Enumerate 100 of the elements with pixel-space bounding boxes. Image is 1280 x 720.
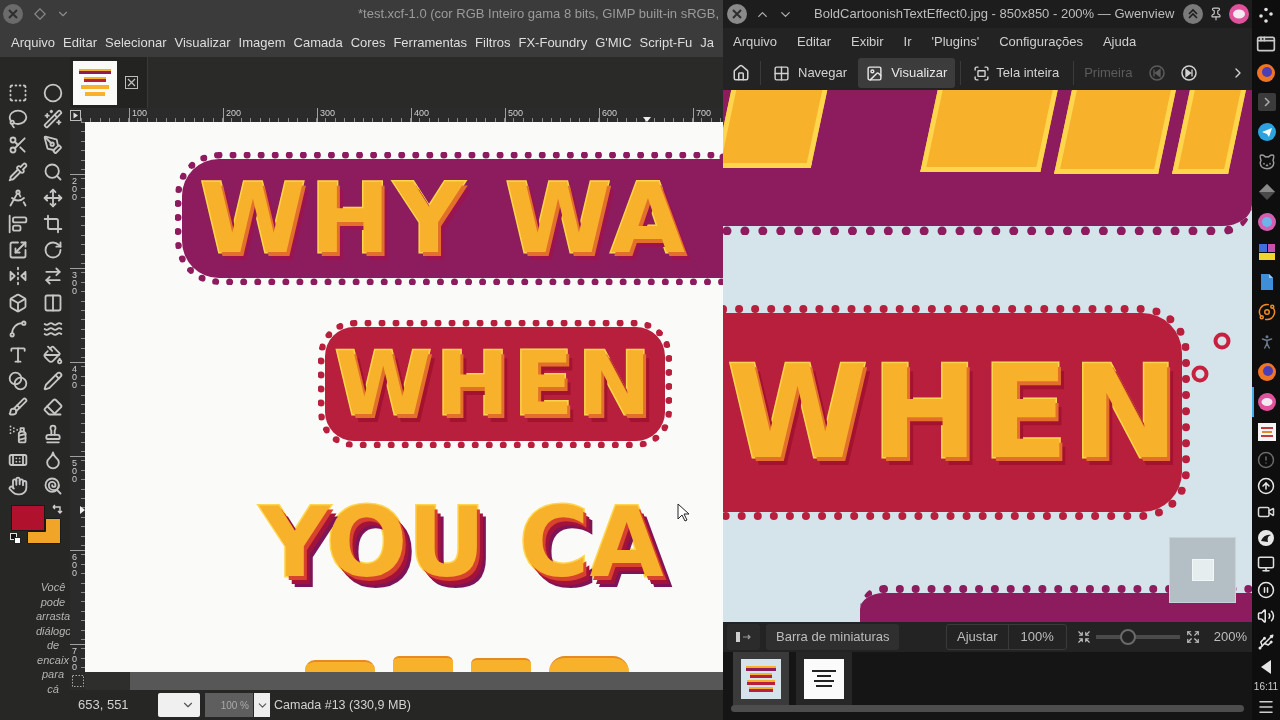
swap-arrows-icon[interactable] bbox=[51, 504, 63, 516]
menu-triangle-icon[interactable] bbox=[70, 109, 81, 121]
picture-icon bbox=[866, 64, 884, 82]
menu-item[interactable]: Configurações bbox=[999, 32, 1083, 52]
menu-item[interactable]: Editar bbox=[797, 32, 832, 52]
ruler-label: 300 bbox=[320, 108, 337, 118]
menu-item[interactable]: Ir bbox=[903, 32, 912, 52]
ruler-label: 300 bbox=[72, 271, 77, 295]
scrollbar[interactable] bbox=[731, 705, 1244, 712]
scissors-icon[interactable] bbox=[7, 135, 28, 156]
overlapping-circles-icon[interactable] bbox=[7, 371, 28, 392]
ruler-label: 700 bbox=[696, 108, 713, 118]
next-icon[interactable] bbox=[1180, 65, 1197, 81]
paint-bucket-icon[interactable] bbox=[42, 344, 63, 365]
disc-icon[interactable] bbox=[1229, 4, 1249, 24]
slider-thumb[interactable] bbox=[1119, 629, 1136, 645]
background-color-swatch[interactable] bbox=[27, 518, 61, 544]
zoom-dropdown-button[interactable] bbox=[254, 693, 270, 717]
scaling-icon[interactable] bbox=[7, 240, 28, 261]
triangle-left-icon[interactable] bbox=[1261, 660, 1271, 674]
menu-item[interactable]: 'Plugins' bbox=[931, 32, 980, 52]
dashed-rectangle-icon[interactable] bbox=[7, 83, 28, 104]
menu-item[interactable]: FX-Foundry bbox=[518, 32, 588, 53]
fullscreen-button[interactable]: Tela inteira bbox=[965, 58, 1068, 88]
menu-item[interactable]: Selecionar bbox=[105, 32, 167, 53]
split-panel-icon[interactable] bbox=[42, 292, 63, 313]
magnifier-icon[interactable] bbox=[42, 161, 63, 182]
hand-icon[interactable] bbox=[7, 475, 28, 496]
menu-item[interactable]: Exibir bbox=[851, 32, 884, 52]
menu-item[interactable]: Camada bbox=[293, 32, 343, 53]
menu-item[interactable]: G'MIC bbox=[595, 32, 632, 53]
pause-icon[interactable] bbox=[1257, 581, 1275, 599]
stamp-icon[interactable] bbox=[42, 423, 63, 444]
shrink-icon[interactable] bbox=[1076, 630, 1091, 644]
rotate-arrow-icon[interactable] bbox=[42, 240, 63, 261]
ruler-label: 600 bbox=[72, 553, 77, 577]
menu-item[interactable]: Editar bbox=[63, 32, 98, 53]
usb-icon[interactable] bbox=[1257, 633, 1275, 651]
menu-item[interactable]: Ja bbox=[700, 32, 715, 53]
menu-item[interactable]: Imagem bbox=[238, 32, 286, 53]
default-colors-icon[interactable] bbox=[10, 533, 21, 544]
pen-nib-icon[interactable] bbox=[42, 135, 63, 156]
close-icon[interactable] bbox=[3, 4, 23, 24]
menu-item[interactable]: Filtros bbox=[475, 32, 511, 53]
monitor-icon[interactable] bbox=[1257, 555, 1275, 573]
ellipse-icon[interactable] bbox=[42, 83, 63, 104]
pencil-icon[interactable] bbox=[42, 371, 63, 392]
close-icon[interactable] bbox=[727, 4, 747, 24]
emblem-icon[interactable] bbox=[1257, 529, 1275, 547]
menu-item[interactable]: Ferramentas bbox=[393, 32, 468, 53]
grid-icon bbox=[773, 64, 790, 82]
align-bars-icon[interactable] bbox=[7, 214, 28, 235]
alert-icon[interactable] bbox=[1257, 451, 1275, 469]
upload-icon[interactable] bbox=[1257, 477, 1275, 495]
cube-icon[interactable] bbox=[7, 292, 28, 313]
menu-item[interactable]: Cores bbox=[350, 32, 386, 53]
home-icon[interactable] bbox=[732, 64, 750, 82]
thumbnail-frame[interactable] bbox=[796, 652, 852, 705]
clock[interactable]: 16:11 bbox=[1253, 679, 1279, 695]
actual-size-button[interactable]: 100% bbox=[1008, 625, 1066, 649]
image-tab[interactable] bbox=[70, 57, 148, 108]
image-thumbnail-drawing bbox=[741, 658, 781, 699]
menu-icon[interactable] bbox=[1257, 698, 1275, 716]
menu-item[interactable]: Visualizar bbox=[174, 32, 231, 53]
fit-button[interactable]: Ajustar bbox=[947, 625, 1008, 649]
foreground-color-swatch[interactable] bbox=[11, 505, 45, 531]
dots-icon[interactable] bbox=[1258, 6, 1274, 23]
expand-icon[interactable] bbox=[1185, 630, 1200, 644]
pin-icon[interactable] bbox=[1209, 7, 1223, 21]
speaker-icon[interactable] bbox=[1257, 607, 1275, 625]
spline-icon[interactable] bbox=[7, 318, 28, 339]
menu-item[interactable]: Arquivo bbox=[11, 32, 56, 53]
spray-can-icon[interactable] bbox=[7, 423, 28, 444]
diamond-icon[interactable] bbox=[34, 8, 46, 20]
viewport-marker[interactable] bbox=[1191, 559, 1214, 581]
thumbnail-frame[interactable] bbox=[733, 652, 789, 705]
letter-t-icon[interactable] bbox=[7, 344, 28, 365]
menu-item[interactable]: Arquivo bbox=[733, 32, 778, 52]
paper-plane-icon bbox=[1258, 123, 1276, 141]
paintbrush-icon[interactable] bbox=[7, 397, 28, 418]
move-arrows-icon[interactable] bbox=[42, 187, 63, 208]
close-tab-icon[interactable] bbox=[125, 76, 138, 89]
sidebar-toggle-button[interactable] bbox=[727, 624, 760, 650]
lollipop-icon[interactable] bbox=[42, 475, 63, 496]
ring-icon bbox=[1213, 332, 1231, 350]
thumbnail-bar-button[interactable]: Barra de miniaturas bbox=[766, 624, 900, 650]
menu-item[interactable]: Ajuda bbox=[1102, 32, 1137, 52]
flip-icon[interactable] bbox=[7, 266, 28, 287]
eraser-icon[interactable] bbox=[42, 397, 63, 418]
lasso-icon[interactable] bbox=[7, 109, 28, 130]
magic-wand-icon[interactable] bbox=[42, 109, 63, 130]
eyedropper-icon[interactable] bbox=[7, 161, 28, 182]
double-chevron-circle-icon[interactable] bbox=[1183, 4, 1203, 24]
circle-dot-icon[interactable] bbox=[1257, 63, 1275, 82]
crop-icon[interactable] bbox=[42, 214, 63, 235]
dashed-square-icon[interactable] bbox=[71, 675, 84, 687]
view-mode-button[interactable]: Visualizar bbox=[858, 58, 956, 88]
browse-mode-button[interactable]: Navegar bbox=[765, 58, 856, 88]
menu-item[interactable]: Script-Fu bbox=[639, 32, 693, 53]
compass-icon[interactable] bbox=[7, 187, 28, 208]
